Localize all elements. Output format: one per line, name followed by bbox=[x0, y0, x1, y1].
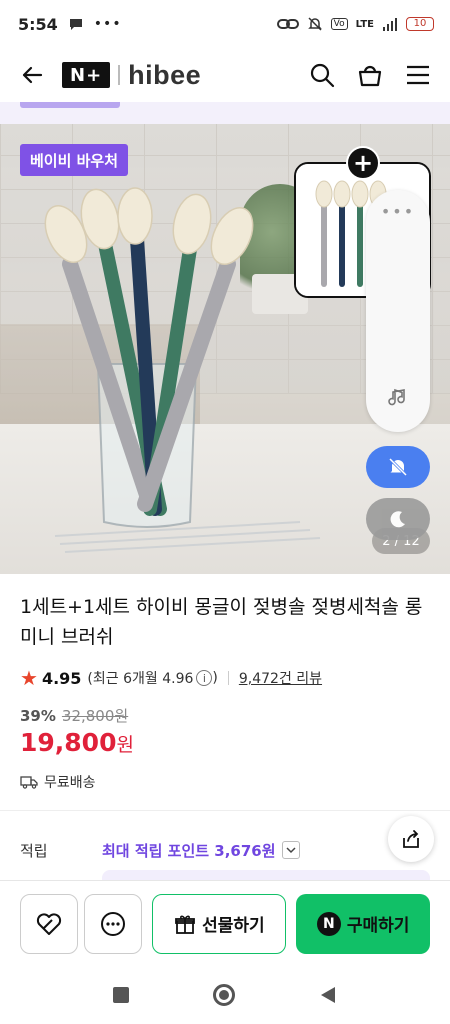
baby-voucher-badge: 베이비 바우처 bbox=[20, 144, 129, 176]
shipping-row: 무료배송 bbox=[20, 772, 96, 792]
moon-icon bbox=[390, 511, 405, 528]
naver-n-icon: N bbox=[316, 911, 341, 936]
tab-indicator bbox=[20, 102, 120, 108]
home-icon[interactable] bbox=[213, 984, 235, 1006]
section-divider bbox=[0, 810, 450, 811]
heart-icon bbox=[37, 912, 62, 935]
discount-row: 39% 32,800원 bbox=[20, 705, 128, 726]
status-time: 5:54 bbox=[18, 14, 58, 34]
sale-price-value: 19,800 bbox=[20, 728, 117, 757]
tab-strip bbox=[0, 102, 450, 124]
chat-bubble-icon bbox=[69, 19, 82, 30]
rating-separator bbox=[227, 671, 229, 685]
product-title: 1세트+1세트 하이비 몽글이 젖병솔 젖병세척솔 롱미니 브러쉬 bbox=[20, 596, 423, 648]
panel-more-icon[interactable]: ••• bbox=[366, 202, 430, 221]
sale-price: 19,800원 bbox=[20, 728, 134, 757]
back-arrow-icon[interactable] bbox=[18, 61, 46, 89]
more-dots-icon: ••• bbox=[93, 16, 122, 32]
share-icon bbox=[403, 830, 419, 848]
brand-logo[interactable]: hibee bbox=[128, 60, 201, 91]
system-nav-bar bbox=[0, 966, 450, 1024]
signal-icon bbox=[383, 18, 397, 31]
recent-rating-close: ) bbox=[212, 670, 218, 686]
mute-toggle-button[interactable] bbox=[366, 446, 430, 488]
back-triangle-icon[interactable] bbox=[319, 985, 337, 1005]
gift-button-label: 선물하기 bbox=[202, 916, 265, 936]
battery-level: 10 bbox=[413, 18, 427, 29]
info-icon[interactable]: i bbox=[196, 670, 213, 686]
star-icon: ★ bbox=[20, 666, 38, 690]
recent-rating: (최근 6개월 4.96 bbox=[87, 671, 194, 687]
battery-icon: 10 bbox=[406, 17, 434, 31]
naver-plus-logo[interactable]: N+ bbox=[62, 62, 111, 88]
link-icon bbox=[276, 19, 299, 29]
buy-button-label: 구매하기 bbox=[346, 916, 410, 936]
floating-panel: ••• bbox=[366, 190, 430, 432]
chevron-down-icon[interactable] bbox=[281, 841, 300, 859]
menu-icon[interactable] bbox=[404, 61, 432, 89]
gift-button[interactable]: 선물하기 bbox=[152, 893, 287, 954]
lte-label: LTE bbox=[355, 18, 374, 30]
volte-icon: Vo bbox=[330, 18, 348, 30]
sale-price-unit: 원 bbox=[116, 734, 134, 756]
top-header: N+ hibee bbox=[0, 48, 450, 102]
product-image[interactable]: 베이비 바우처 + ••• 2 / 12 bbox=[0, 124, 450, 574]
chat-icon bbox=[101, 911, 126, 936]
buy-button[interactable]: N 구매하기 bbox=[296, 893, 430, 954]
original-price: 32,800원 bbox=[61, 707, 129, 725]
bell-off-icon bbox=[388, 457, 408, 477]
review-count-link[interactable]: 9,472건 리뷰 bbox=[239, 668, 322, 688]
points-value[interactable]: 최대 적립 포인트 3,676원 bbox=[102, 840, 276, 861]
add-preview-button[interactable]: + bbox=[346, 146, 380, 180]
status-bar: 5:54 ••• Vo LTE 10 bbox=[0, 0, 450, 48]
wishlist-button[interactable] bbox=[20, 893, 79, 954]
talk-button[interactable] bbox=[84, 893, 143, 954]
points-row: 적립 최대 적립 포인트 3,676원 bbox=[20, 838, 430, 862]
gift-icon bbox=[175, 915, 195, 934]
recents-icon[interactable] bbox=[113, 987, 129, 1003]
basket-icon[interactable] bbox=[356, 61, 384, 89]
search-icon[interactable] bbox=[308, 61, 336, 89]
shipping-label: 무료배송 bbox=[44, 775, 96, 791]
share-button[interactable] bbox=[388, 816, 434, 862]
discount-rate: 39% bbox=[20, 706, 56, 725]
header-divider bbox=[118, 65, 121, 85]
points-label: 적립 bbox=[20, 841, 48, 860]
truck-icon bbox=[20, 776, 38, 789]
dark-mode-button[interactable] bbox=[366, 498, 430, 540]
music-icon[interactable] bbox=[386, 386, 410, 410]
mute-status-icon bbox=[307, 17, 322, 31]
rating-score: 4.95 bbox=[41, 668, 82, 688]
rating-row: ★ 4.95 (최근 6개월 4.96 i ) 9,472건 리뷰 bbox=[20, 666, 322, 690]
bottom-action-bar: 선물하기 N 구매하기 bbox=[0, 880, 450, 966]
